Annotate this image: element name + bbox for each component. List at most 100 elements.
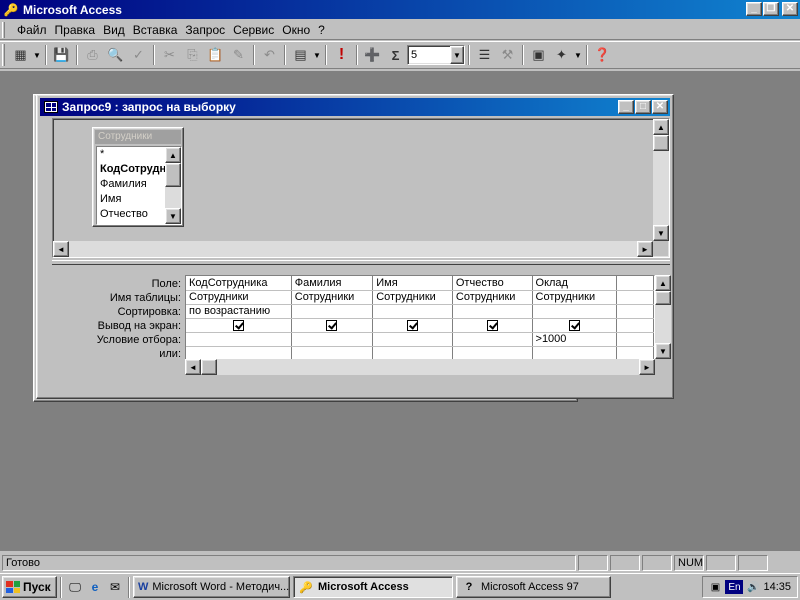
restore-button[interactable]: ❐ (763, 2, 779, 16)
field-list-item[interactable]: Имя (97, 192, 165, 207)
language-indicator[interactable]: En (725, 580, 744, 594)
grid-cell-field[interactable]: Фамилия (291, 276, 374, 291)
pane-splitter[interactable] (52, 260, 670, 265)
minimize-button[interactable]: _ (746, 2, 762, 16)
task-access-active[interactable]: 🔑 Microsoft Access (293, 576, 453, 598)
table-pane[interactable]: Сотрудники * КодСотрудника Фамилия Имя О… (52, 118, 670, 258)
menu-file[interactable]: Файл (13, 23, 51, 37)
grid-cell-or[interactable] (372, 346, 453, 361)
grid-hthumb[interactable] (201, 359, 217, 375)
grid-cell-field[interactable]: КодСотрудника (186, 276, 292, 291)
close-button[interactable]: ✕ (782, 2, 798, 16)
menu-edit[interactable]: Правка (51, 23, 100, 37)
scroll-left-icon[interactable]: ◄ (185, 359, 201, 375)
new-object-icon[interactable]: ✦ (550, 44, 573, 66)
grid-cell-table[interactable]: Сотрудники (186, 290, 292, 305)
tray-app-icon[interactable]: ▣ (707, 580, 723, 594)
grid-cell-show[interactable] (291, 318, 374, 333)
field-list-item[interactable]: Фамилия (97, 177, 165, 192)
grid-cell-field[interactable] (616, 276, 654, 291)
grid-cell-criteria[interactable] (186, 332, 292, 347)
task-word[interactable]: W Microsoft Word - Методич... (133, 576, 290, 598)
grid-cell-show[interactable] (372, 318, 453, 333)
internet-explorer-icon[interactable]: e (85, 577, 105, 597)
scroll-up-icon[interactable]: ▲ (165, 147, 181, 163)
query-title-bar[interactable]: Запрос9 : запрос на выборку _ □ ✕ (40, 98, 670, 116)
grid-cell-field[interactable]: Имя (372, 276, 453, 291)
scroll-up-icon[interactable]: ▲ (653, 119, 669, 135)
grid-cell-or[interactable] (532, 346, 617, 361)
field-list[interactable]: * КодСотрудника Фамилия Имя Отчество ▲ ▼ (96, 146, 182, 225)
show-checkbox[interactable] (407, 319, 419, 331)
properties-icon[interactable]: ☰ (473, 44, 496, 66)
field-list-item[interactable]: * (97, 147, 165, 162)
grid-cell-criteria[interactable] (291, 332, 374, 347)
task-access97[interactable]: ? Microsoft Access 97 (456, 576, 611, 598)
show-table-icon[interactable]: ➕ (361, 44, 384, 66)
table-pane-vscrollbar[interactable]: ▲ ▼ (653, 119, 669, 241)
grid-cell-sort[interactable] (452, 304, 533, 319)
grid-cell-table[interactable] (616, 290, 654, 305)
menu-tools[interactable]: Сервис (229, 23, 278, 37)
cut-icon[interactable]: ✂ (158, 44, 181, 66)
field-list-item[interactable]: Отчество (97, 207, 165, 222)
grid-cell-table[interactable]: Сотрудники (532, 290, 617, 305)
save-icon[interactable]: 💾 (50, 44, 73, 66)
field-list-window[interactable]: Сотрудники * КодСотрудника Фамилия Имя О… (92, 127, 184, 227)
grid-cell-show[interactable] (532, 318, 617, 333)
spelling-icon[interactable]: ✓ (127, 44, 150, 66)
undo-icon[interactable]: ↶ (258, 44, 281, 66)
run-icon[interactable]: ! (330, 44, 353, 66)
grid-cell-show[interactable] (452, 318, 533, 333)
grid-cell-field[interactable]: Оклад (532, 276, 617, 291)
field-list-title[interactable]: Сотрудники (95, 130, 181, 144)
desktop-icon[interactable]: 🖵 (65, 577, 85, 597)
build-icon[interactable]: ⚒ (496, 44, 519, 66)
table-pane-vthumb[interactable] (653, 135, 669, 151)
menu-window[interactable]: Окно (278, 23, 314, 37)
grid-cell-table[interactable]: Сотрудники (452, 290, 533, 305)
grid-cell-or[interactable] (291, 346, 374, 361)
grid-hscrollbar[interactable]: ◄ ► (185, 359, 655, 375)
help-icon[interactable]: ❓ (591, 44, 614, 66)
design-grid[interactable]: КодСотрудника Фамилия Имя Отчество Оклад… (185, 275, 655, 365)
totals-icon[interactable]: Σ (384, 44, 407, 66)
grid-cell-show[interactable] (186, 318, 292, 333)
database-window-icon[interactable]: ▣ (527, 44, 550, 66)
clock[interactable]: 14:35 (763, 581, 791, 593)
outlook-express-icon[interactable]: ✉ (105, 577, 125, 597)
grid-cell-or[interactable] (616, 346, 654, 361)
table-pane-hscrollbar[interactable]: ◄ ► (53, 241, 653, 257)
print-icon[interactable]: ⎙ (81, 44, 104, 66)
grid-cell-or[interactable] (452, 346, 533, 361)
field-list-item[interactable]: КодСотрудника (97, 162, 165, 177)
field-list-scrollbar[interactable]: ▲ ▼ (165, 147, 181, 224)
scroll-down-icon[interactable]: ▼ (653, 225, 669, 241)
start-button[interactable]: Пуск (2, 576, 57, 598)
field-list-scroll-thumb[interactable] (165, 163, 181, 187)
menu-insert[interactable]: Вставка (129, 23, 182, 37)
view-icon[interactable]: ▦ (9, 44, 32, 66)
grid-cell-sort[interactable] (291, 304, 374, 319)
new-object-dropdown-icon[interactable]: ▼ (573, 44, 583, 66)
query-maximize-button[interactable]: □ (635, 100, 651, 114)
query-type-icon[interactable]: ▤ (289, 44, 312, 66)
grid-vthumb[interactable] (655, 291, 671, 305)
print-preview-icon[interactable]: 🔍 (104, 44, 127, 66)
show-checkbox[interactable] (232, 319, 244, 331)
scroll-right-icon[interactable]: ► (639, 359, 655, 375)
show-checkbox[interactable] (486, 319, 498, 331)
top-values-combo[interactable]: 5 ▼ (407, 45, 465, 65)
grid-vscrollbar[interactable]: ▲ ▼ (655, 275, 671, 359)
show-checkbox[interactable] (326, 319, 338, 331)
menu-help[interactable]: ? (314, 23, 329, 37)
volume-icon[interactable]: 🔊 (745, 580, 761, 594)
query-window[interactable]: Запрос9 : запрос на выборку _ □ ✕ Сотруд… (36, 94, 674, 399)
grid-cell-table[interactable]: Сотрудники (372, 290, 453, 305)
scroll-up-icon[interactable]: ▲ (655, 275, 671, 291)
grid-cell-sort[interactable]: по возрастанию (186, 304, 292, 319)
format-painter-icon[interactable]: ✎ (227, 44, 250, 66)
chevron-down-icon[interactable]: ▼ (450, 46, 464, 64)
view-dropdown-icon[interactable]: ▼ (32, 44, 42, 66)
grid-cell-sort[interactable] (372, 304, 453, 319)
